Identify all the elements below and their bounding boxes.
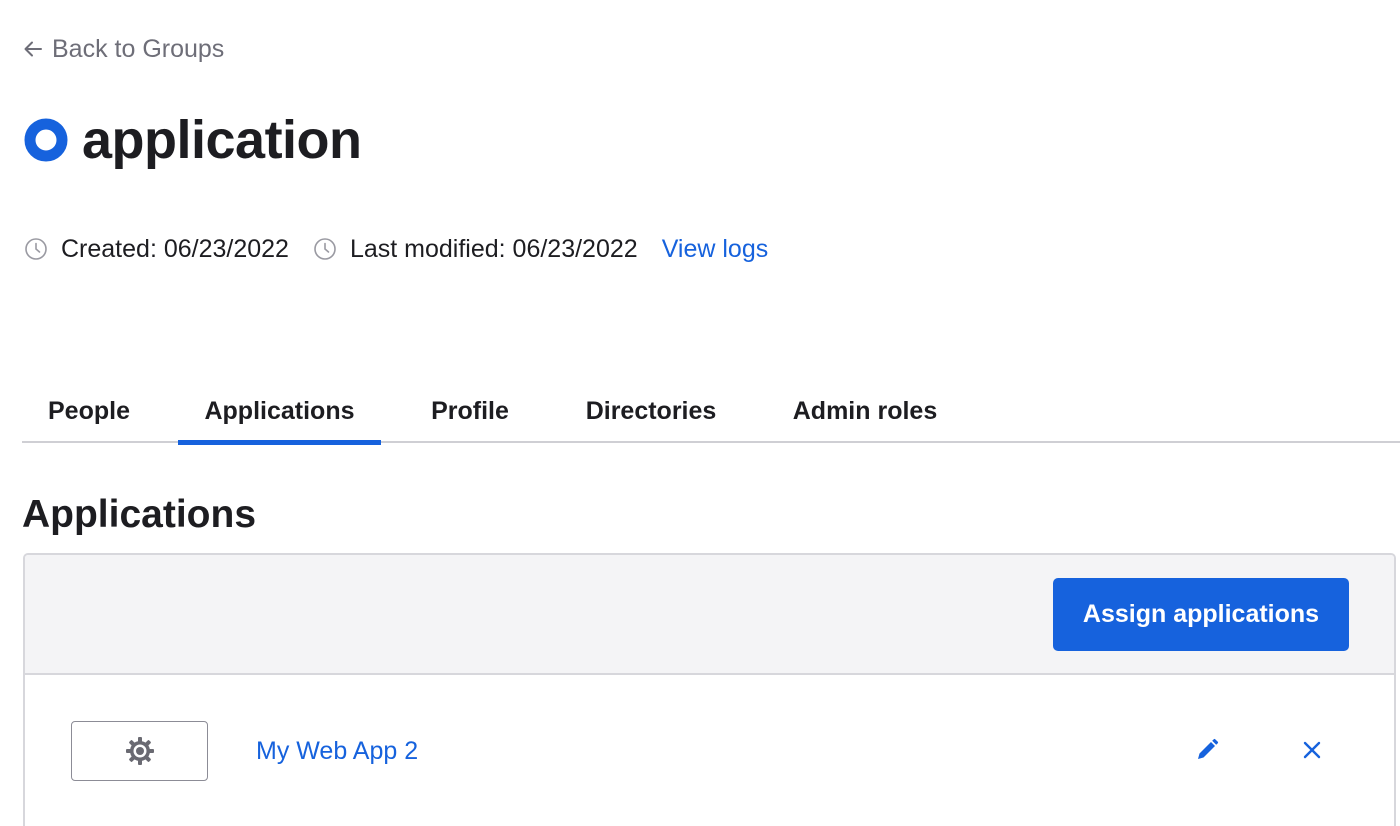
clock-icon <box>313 237 337 261</box>
group-ring-icon <box>24 118 68 162</box>
created-label: Created: 06/23/2022 <box>61 235 289 263</box>
tab-profile[interactable]: Profile <box>404 380 536 443</box>
last-modified-date: Last modified: 06/23/2022 <box>313 230 638 268</box>
close-icon <box>1301 739 1323 764</box>
remove-app-button[interactable] <box>1296 735 1328 767</box>
app-name-link[interactable]: My Web App 2 <box>256 735 418 767</box>
assign-applications-button[interactable]: Assign applications <box>1053 578 1349 651</box>
arrow-left-icon <box>22 38 44 60</box>
edit-app-button[interactable] <box>1191 735 1223 767</box>
back-to-groups-link[interactable]: Back to Groups <box>22 32 224 66</box>
panel-toolbar: Assign applications <box>25 555 1394 675</box>
list-item: My Web App 2 <box>25 675 1394 826</box>
page-title: application <box>82 110 362 170</box>
group-metadata: Created: 06/23/2022 Last modified: 06/23… <box>24 230 768 268</box>
section-heading: Applications <box>22 493 257 536</box>
tab-people[interactable]: People <box>22 380 156 443</box>
clock-icon <box>24 237 48 261</box>
tab-admin-roles[interactable]: Admin roles <box>766 380 964 443</box>
modified-label: Last modified: 06/23/2022 <box>349 235 638 263</box>
tab-applications[interactable]: Applications <box>178 380 381 445</box>
tab-bar: People Applications Profile Directories … <box>22 380 1400 445</box>
back-link-label: Back to Groups <box>52 35 225 63</box>
gear-icon <box>124 735 156 767</box>
created-date: Created: 06/23/2022 <box>24 230 289 268</box>
app-logo <box>71 721 208 781</box>
applications-panel: Assign applications My Web App 2 <box>23 553 1396 826</box>
pencil-icon <box>1194 737 1220 766</box>
tab-directories[interactable]: Directories <box>558 380 744 443</box>
group-detail-page: Back to Groups application Created: 06/2… <box>0 0 1400 826</box>
page-header: application <box>24 108 362 172</box>
view-logs-link[interactable]: View logs <box>662 230 769 268</box>
